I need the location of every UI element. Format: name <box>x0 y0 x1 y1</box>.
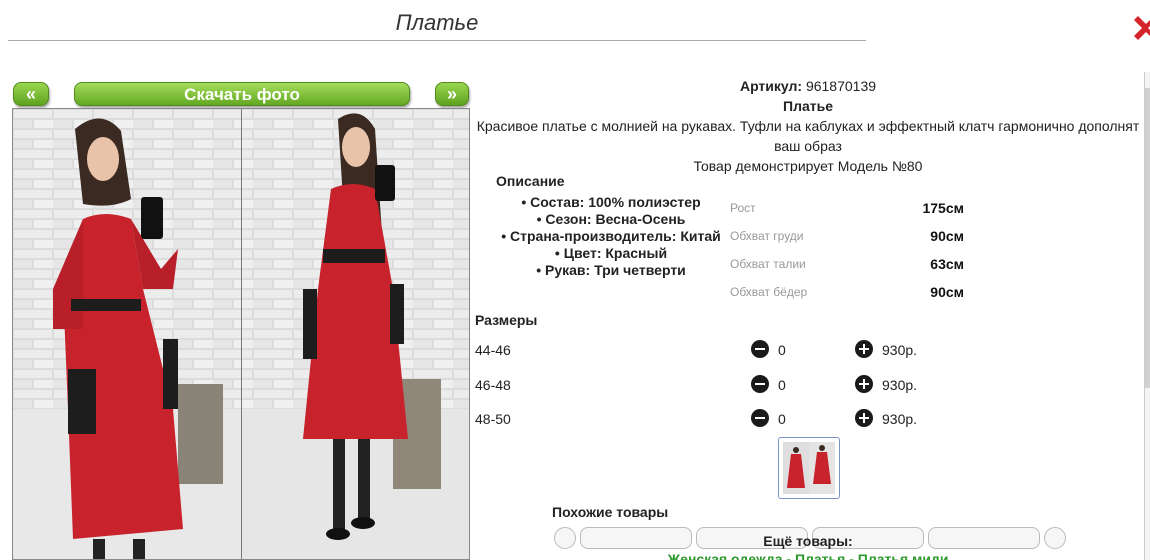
scrollbar-thumb[interactable] <box>1145 88 1150 388</box>
increase-quantity-icon[interactable] <box>855 409 873 427</box>
size-price: 930р. <box>882 377 918 393</box>
quantity-value: 0 <box>778 342 786 358</box>
page-title: Платье <box>395 10 479 35</box>
thumbnail-image <box>783 442 835 494</box>
download-photo-button[interactable]: Скачать фото <box>74 82 410 106</box>
product-photo-image <box>13 109 469 559</box>
size-price: 930р. <box>882 342 918 358</box>
category-links[interactable]: Женская одежда - Платья - Платья миди <box>470 551 1146 560</box>
measure-label: Обхват бёдер <box>730 285 808 299</box>
measure-row: Обхват талии 63см <box>730 253 970 281</box>
size-row: 46-48 0 930р. <box>475 375 935 397</box>
measure-row: Обхват груди 90см <box>730 225 970 253</box>
spec-item: Цвет: Красный <box>496 245 726 262</box>
photo-thumbnail[interactable] <box>778 437 840 499</box>
measure-row: Обхват бёдер 90см <box>730 281 970 309</box>
previous-photo-button[interactable]: « <box>13 82 49 106</box>
description-heading: Описание <box>496 173 565 189</box>
size-name: 48-50 <box>475 411 511 427</box>
product-info: Артикул: 961870139 Платье Красивое плать… <box>470 76 1146 176</box>
increase-quantity-icon[interactable] <box>855 340 873 358</box>
measure-label: Обхват груди <box>730 229 804 243</box>
size-price: 930р. <box>882 411 918 427</box>
size-name: 46-48 <box>475 377 511 393</box>
close-icon[interactable] <box>1132 14 1150 44</box>
decrease-quantity-icon[interactable] <box>751 375 769 393</box>
measure-value: 63см <box>930 256 964 272</box>
product-photo[interactable] <box>12 108 470 560</box>
quantity-value: 0 <box>778 411 786 427</box>
decrease-quantity-icon[interactable] <box>751 340 769 358</box>
measure-row: Рост 175см <box>730 197 970 225</box>
measure-label: Обхват талии <box>730 257 806 271</box>
quantity-value: 0 <box>778 377 786 393</box>
increase-quantity-icon[interactable] <box>855 375 873 393</box>
measure-label: Рост <box>730 201 756 215</box>
measure-value: 90см <box>930 228 964 244</box>
title-divider <box>8 40 866 41</box>
sizes-heading: Размеры <box>475 312 538 328</box>
model-note: Товар демонстрирует Модель №80 <box>693 158 923 174</box>
model-measurements: Рост 175см Обхват груди 90см Обхват тали… <box>730 197 970 309</box>
article-value: 961870139 <box>805 78 877 94</box>
spec-list: Состав: 100% полиэстер Сезон: Весна-Осен… <box>496 194 726 279</box>
spec-item: Страна-производитель: Китай <box>496 228 726 245</box>
measure-value: 175см <box>922 200 964 216</box>
decrease-quantity-icon[interactable] <box>751 409 769 427</box>
product-description-line2: ваш образ <box>774 138 842 154</box>
product-description-line1: Красивое платье с молнией на рукавах. Ту… <box>476 118 1140 134</box>
article-label: Артикул: <box>739 78 803 94</box>
next-photo-button[interactable]: » <box>435 82 469 106</box>
measure-value: 90см <box>930 284 964 300</box>
size-row: 44-46 0 930р. <box>475 340 935 362</box>
more-products-heading: Ещё товары: <box>763 533 853 549</box>
spec-item: Рукав: Три четверти <box>496 262 726 279</box>
spec-item: Состав: 100% полиэстер <box>496 194 726 211</box>
product-name: Платье <box>783 98 833 114</box>
similar-products-heading: Похожие товары <box>552 504 669 520</box>
size-row: 48-50 0 930р. <box>475 409 935 431</box>
article-row: Артикул: 961870139 <box>470 76 1146 96</box>
size-name: 44-46 <box>475 342 511 358</box>
spec-item: Сезон: Весна-Осень <box>496 211 726 228</box>
